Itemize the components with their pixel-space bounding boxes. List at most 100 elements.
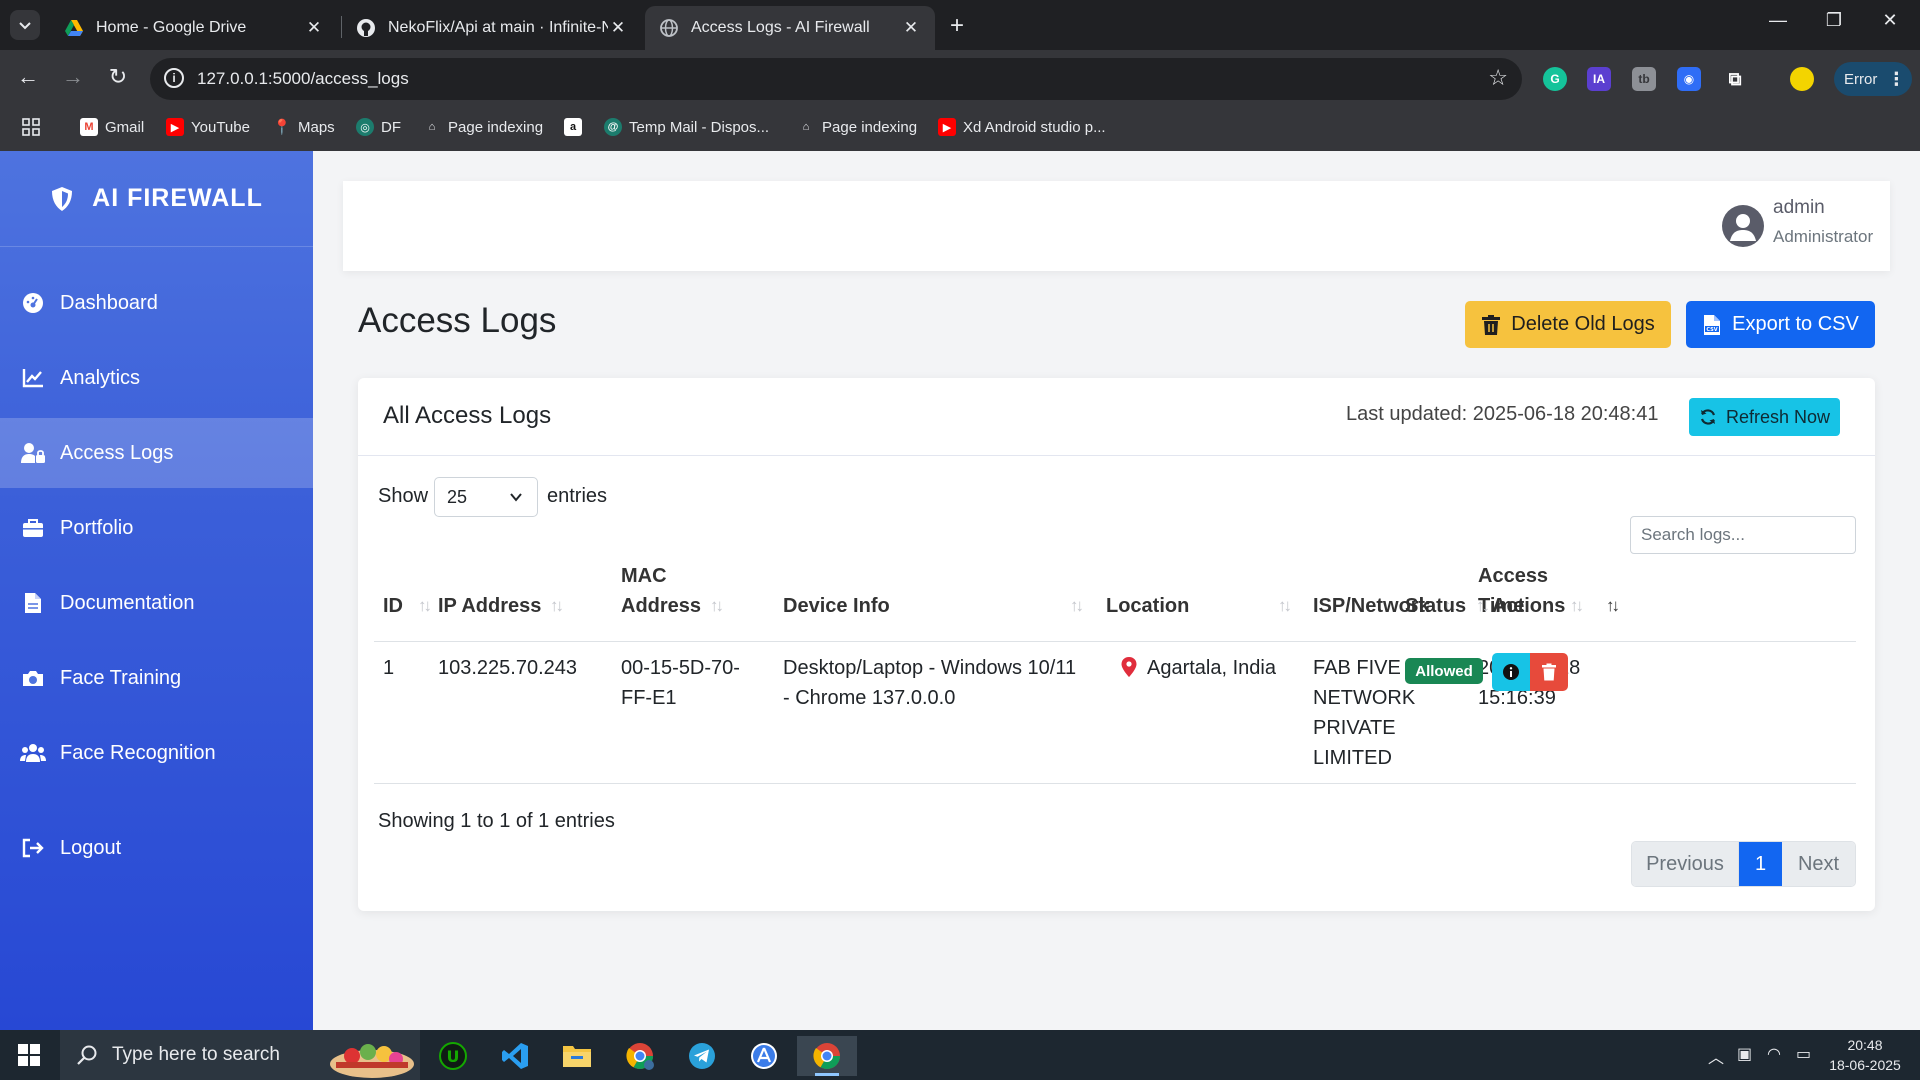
restore-icon[interactable]: ❐ (1814, 10, 1854, 31)
windows-taskbar: Type here to search U ︿ ▣ ◠ ▭ 20:48 18-0… (0, 1030, 1920, 1080)
sidebar-item-face-recognition[interactable]: Face Recognition (0, 718, 313, 788)
extension-tb-icon[interactable]: tb (1632, 67, 1656, 91)
taskbar-clock[interactable]: 20:48 18-06-2025 (1820, 1035, 1910, 1075)
taskbar-search-placeholder: Type here to search (112, 1044, 280, 1065)
tab-google-drive[interactable]: Home - Google Drive ✕ (50, 6, 338, 50)
bookmark-gmail[interactable]: M Gmail (80, 118, 144, 136)
button-label: Refresh Now (1725, 406, 1831, 427)
tab-access-logs[interactable]: Access Logs - AI Firewall ✕ (645, 6, 935, 50)
new-tab-plus-icon[interactable]: + (950, 12, 964, 40)
back-arrow-icon[interactable]: ← (13, 64, 43, 90)
app-store-icon[interactable] (744, 1036, 784, 1076)
table-row-divider (374, 783, 1856, 784)
pagination-next[interactable]: Next (1782, 842, 1855, 886)
address-bar[interactable]: i 127.0.0.1:5000/access_logs ☆ (150, 58, 1522, 100)
column-header-status[interactable]: Status (1405, 591, 1466, 621)
reload-icon[interactable]: ↻ (103, 64, 133, 90)
view-details-button[interactable] (1492, 653, 1530, 691)
github-icon (357, 19, 375, 37)
tray-chevron-up-icon[interactable]: ︿ (1708, 1044, 1724, 1068)
search-logs-input[interactable] (1630, 516, 1856, 554)
column-header-mac-address[interactable]: MAC Address (621, 561, 711, 621)
pagination-page-current[interactable]: 1 (1739, 842, 1782, 886)
sort-desc-icon[interactable]: ↑↓ (1606, 596, 1620, 616)
brand[interactable]: AI FIREWALL (0, 151, 313, 247)
bookmark-page-indexing[interactable]: ⌂ Page indexing (423, 118, 543, 136)
tray-battery-icon[interactable]: ▭ (1796, 1044, 1811, 1064)
entries-per-page-select[interactable]: 25 (434, 477, 538, 517)
chrome-profile-icon[interactable] (620, 1036, 660, 1076)
windows-start-icon[interactable] (18, 1044, 40, 1066)
vscode-icon[interactable] (495, 1036, 535, 1076)
sidebar-item-dashboard[interactable]: Dashboard (0, 268, 313, 338)
bookmark-star-icon[interactable]: ☆ (1488, 65, 1508, 91)
dashboard-icon (20, 290, 46, 316)
extension-camera-icon[interactable]: ◉ (1677, 67, 1701, 91)
bookmark-maps[interactable]: 📍 Maps (273, 118, 335, 137)
column-header-location[interactable]: Location (1106, 591, 1189, 621)
bookmark-xd-android[interactable]: ▶ Xd Android studio p... (938, 118, 1106, 136)
close-icon[interactable]: ✕ (608, 18, 628, 38)
clock-time: 20:48 (1847, 1037, 1883, 1053)
sidebar-item-face-training[interactable]: Face Training (0, 643, 313, 713)
chrome-icon[interactable] (797, 1036, 857, 1076)
sidebar-item-documentation[interactable]: Documentation (0, 568, 313, 638)
column-header-id[interactable]: ID (383, 591, 403, 621)
cell-ip-address: 103.225.70.243 (438, 657, 578, 679)
column-header-ip-address[interactable]: IP Address (438, 591, 541, 621)
trash-icon (1542, 663, 1556, 681)
tab-github[interactable]: NekoFlix/Api at main · Infinite-N ✕ (342, 6, 642, 50)
user-avatar-icon[interactable] (1722, 205, 1764, 247)
column-header-device-info[interactable]: Device Info (783, 591, 890, 621)
column-header-actions[interactable]: Actions (1492, 591, 1565, 621)
sidebar-item-portfolio[interactable]: Portfolio (0, 493, 313, 563)
file-explorer-icon[interactable] (557, 1036, 597, 1076)
pagination-previous[interactable]: Previous (1632, 842, 1739, 886)
extension-ia-icon[interactable]: IA (1587, 67, 1611, 91)
df-icon: ◎ (356, 118, 374, 136)
bookmark-amazon[interactable]: a (564, 118, 589, 136)
window-close-icon[interactable]: ✕ (1870, 10, 1910, 31)
tray-camera-icon[interactable]: ▣ (1737, 1044, 1752, 1064)
sidebar-item-label: Access Logs (60, 441, 174, 464)
sidebar-item-logout[interactable]: Logout (0, 813, 313, 883)
upwork-icon[interactable]: U (433, 1036, 473, 1076)
sort-icon[interactable]: ↑↓ (1570, 596, 1584, 616)
sort-icon[interactable]: ↑↓ (418, 596, 432, 616)
apps-grid-icon[interactable] (22, 118, 40, 136)
sidebar-item-access-logs[interactable]: Access Logs (0, 418, 313, 488)
entries-label: entries (547, 485, 608, 507)
tab-search-button[interactable] (10, 10, 40, 40)
bookmark-page-indexing-2[interactable]: ⌂ Page indexing (797, 118, 917, 136)
forward-arrow-icon[interactable]: → (58, 64, 88, 90)
delete-old-logs-button[interactable]: Delete Old Logs (1465, 301, 1671, 348)
amazon-icon: a (564, 118, 582, 136)
profile-avatar[interactable] (1790, 67, 1814, 91)
bookmark-temp-mail[interactable]: @ Temp Mail - Dispos... (604, 118, 769, 136)
sort-icon[interactable]: ↑↓ (1070, 596, 1084, 616)
site-info-icon[interactable]: i (164, 68, 184, 88)
profile-error-button[interactable]: Error ⋮ (1834, 62, 1912, 96)
sidebar-item-analytics[interactable]: Analytics (0, 343, 313, 413)
grammarly-icon[interactable]: G (1543, 67, 1567, 91)
close-icon[interactable]: ✕ (901, 18, 921, 38)
telegram-icon[interactable] (682, 1036, 722, 1076)
user-name: admin (1773, 197, 1825, 218)
sort-icon[interactable]: ↑↓ (1476, 596, 1490, 616)
extensions-puzzle-icon[interactable]: ⧉ (1723, 67, 1747, 91)
temp-mail-icon: @ (604, 118, 622, 136)
sort-icon[interactable]: ↑↓ (1278, 596, 1292, 616)
refresh-now-button[interactable]: Refresh Now (1689, 398, 1840, 436)
sort-icon[interactable]: ↑↓ (710, 596, 724, 616)
news-widget-icon[interactable] (322, 1034, 418, 1080)
export-csv-button[interactable]: CSV Export to CSV (1686, 301, 1875, 348)
bookmark-youtube[interactable]: ▶ YouTube (166, 118, 250, 136)
pagination: Previous 1 Next (1631, 841, 1856, 887)
sort-icon[interactable]: ↑↓ (550, 596, 564, 616)
minimize-icon[interactable]: — (1758, 10, 1798, 31)
close-icon[interactable]: ✕ (304, 18, 324, 38)
grid-icon (22, 118, 40, 136)
delete-log-button[interactable] (1530, 653, 1568, 691)
bookmark-df[interactable]: ◎ DF (356, 118, 401, 136)
tray-wifi-icon[interactable]: ◠ (1767, 1044, 1781, 1064)
